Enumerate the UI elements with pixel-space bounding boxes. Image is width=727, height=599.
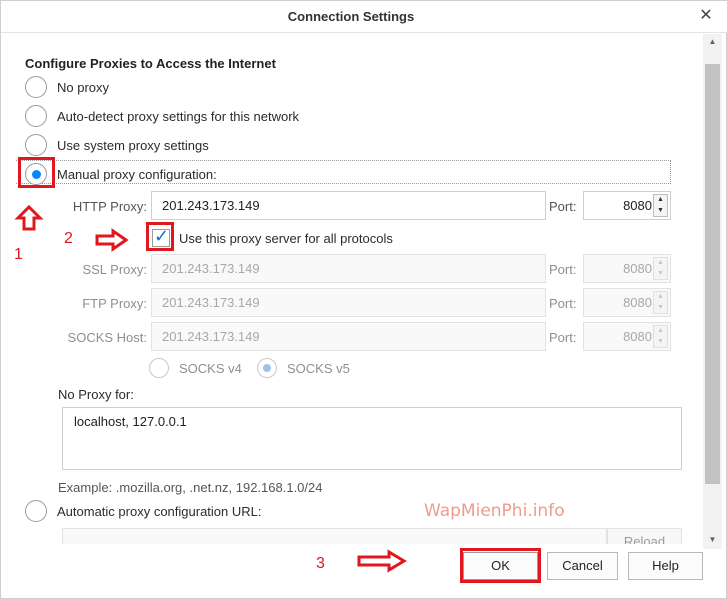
port-value: 8080 bbox=[623, 295, 652, 310]
help-button[interactable]: Help bbox=[628, 552, 703, 580]
no-proxy-textarea[interactable]: localhost, 127.0.0.1 bbox=[62, 407, 682, 470]
radio-auto-detect[interactable]: Auto-detect proxy settings for this netw… bbox=[25, 104, 299, 128]
red-arrow-icon bbox=[14, 204, 44, 231]
http-proxy-label: HTTP Proxy: bbox=[72, 199, 147, 214]
radio-socks-v4[interactable]: SOCKS v4 bbox=[149, 356, 242, 380]
no-proxy-example: Example: .mozilla.org, .net.nz, 192.168.… bbox=[58, 480, 323, 495]
radio-button[interactable] bbox=[257, 358, 277, 378]
chevron-up-icon[interactable]: ▲ bbox=[654, 326, 667, 336]
radio-label: Auto-detect proxy settings for this netw… bbox=[57, 108, 300, 124]
use-for-all-checkbox[interactable]: ✓ bbox=[152, 226, 170, 247]
port-spinner[interactable]: ▲ ▼ bbox=[653, 325, 668, 348]
ssl-port-stepper[interactable]: 8080 ▲ ▼ bbox=[583, 254, 671, 283]
port-spinner[interactable]: ▲ ▼ bbox=[653, 291, 668, 314]
chevron-up-icon[interactable]: ▲ bbox=[654, 292, 667, 302]
chevron-down-icon[interactable]: ▼ bbox=[654, 269, 667, 279]
dialog-title: Connection Settings bbox=[287, 9, 415, 24]
radio-socks-v5[interactable]: SOCKS v5 bbox=[257, 356, 350, 380]
close-button[interactable]: ✕ bbox=[694, 4, 718, 28]
radio-system-proxy[interactable]: Use system proxy settings bbox=[25, 133, 209, 157]
red-arrow-icon bbox=[95, 228, 129, 252]
chevron-down-icon[interactable]: ▼ bbox=[654, 337, 667, 347]
http-port-label: Port: bbox=[549, 199, 577, 214]
ftp-proxy-input[interactable]: 201.243.173.149 bbox=[151, 288, 546, 317]
chevron-up-icon[interactable]: ▲ bbox=[654, 195, 667, 205]
radio-pac-url[interactable]: Automatic proxy configuration URL: bbox=[25, 499, 261, 523]
scroll-up-icon[interactable]: ▲ bbox=[703, 34, 722, 50]
radio-label: No proxy bbox=[57, 79, 110, 95]
ssl-port-label: Port: bbox=[549, 262, 577, 277]
socks-port-label: Port: bbox=[549, 330, 577, 345]
chevron-down-icon[interactable]: ▼ bbox=[654, 303, 667, 313]
pac-url-input[interactable] bbox=[62, 528, 607, 544]
annotation-number-3: 3 bbox=[316, 555, 325, 572]
chevron-up-icon[interactable]: ▲ bbox=[654, 258, 667, 268]
radio-button[interactable] bbox=[25, 134, 47, 156]
scroll-thumb[interactable] bbox=[705, 64, 720, 484]
radio-label: Automatic proxy configuration URL: bbox=[57, 503, 262, 519]
port-value: 8080 bbox=[623, 198, 652, 213]
section-heading: Configure Proxies to Access the Internet bbox=[25, 56, 276, 71]
ftp-port-label: Port: bbox=[549, 296, 577, 311]
red-arrow-icon bbox=[357, 549, 407, 573]
socks-port-stepper[interactable]: 8080 ▲ ▼ bbox=[583, 322, 671, 351]
radio-label: Manual proxy configuration: bbox=[57, 166, 217, 182]
scroll-down-icon[interactable]: ▼ bbox=[703, 532, 722, 548]
no-proxy-label: No Proxy for: bbox=[58, 387, 134, 402]
port-spinner[interactable]: ▲ ▼ bbox=[653, 194, 668, 217]
radio-label: SOCKS v4 bbox=[179, 360, 242, 376]
radio-label: Use system proxy settings bbox=[57, 137, 209, 153]
radio-no-proxy[interactable]: No proxy bbox=[25, 75, 109, 99]
dialog-content: Configure Proxies to Access the Internet… bbox=[1, 34, 701, 544]
radio-manual-proxy[interactable]: Manual proxy configuration: bbox=[25, 162, 217, 186]
ssl-proxy-input[interactable]: 201.243.173.149 bbox=[151, 254, 546, 283]
port-spinner[interactable]: ▲ ▼ bbox=[653, 257, 668, 280]
reload-button[interactable]: Reload bbox=[607, 528, 682, 544]
radio-label: SOCKS v5 bbox=[287, 360, 350, 376]
title-bar: Connection Settings ✕ bbox=[1, 1, 727, 33]
ok-button[interactable]: OK bbox=[463, 552, 538, 580]
port-value: 8080 bbox=[623, 329, 652, 344]
annotation-number-1: 1 bbox=[14, 246, 23, 263]
radio-button[interactable] bbox=[25, 500, 47, 522]
chevron-down-icon[interactable]: ▼ bbox=[654, 206, 667, 216]
ftp-proxy-label: FTP Proxy: bbox=[82, 296, 147, 311]
http-proxy-input[interactable]: 201.243.173.149 bbox=[151, 191, 546, 220]
radio-button[interactable] bbox=[25, 163, 47, 185]
ssl-proxy-label: SSL Proxy: bbox=[82, 262, 147, 277]
use-for-all-label: Use this proxy server for all protocols bbox=[179, 231, 393, 246]
scrollbar[interactable]: ▲ ▼ bbox=[703, 34, 722, 549]
connection-settings-dialog: Connection Settings ✕ Configure Proxies … bbox=[0, 0, 727, 599]
checkmark-icon: ✓ bbox=[154, 226, 170, 246]
close-icon: ✕ bbox=[699, 7, 713, 24]
radio-button[interactable] bbox=[25, 105, 47, 127]
cancel-button[interactable]: Cancel bbox=[547, 552, 618, 580]
watermark: WapMienPhi.info bbox=[424, 501, 565, 521]
radio-button[interactable] bbox=[25, 76, 47, 98]
radio-button[interactable] bbox=[149, 358, 169, 378]
http-port-stepper[interactable]: 8080 ▲ ▼ bbox=[583, 191, 671, 220]
port-value: 8080 bbox=[623, 261, 652, 276]
socks-host-label: SOCKS Host: bbox=[67, 330, 147, 345]
socks-host-input[interactable]: 201.243.173.149 bbox=[151, 322, 546, 351]
ftp-port-stepper[interactable]: 8080 ▲ ▼ bbox=[583, 288, 671, 317]
annotation-number-2: 2 bbox=[64, 230, 73, 247]
